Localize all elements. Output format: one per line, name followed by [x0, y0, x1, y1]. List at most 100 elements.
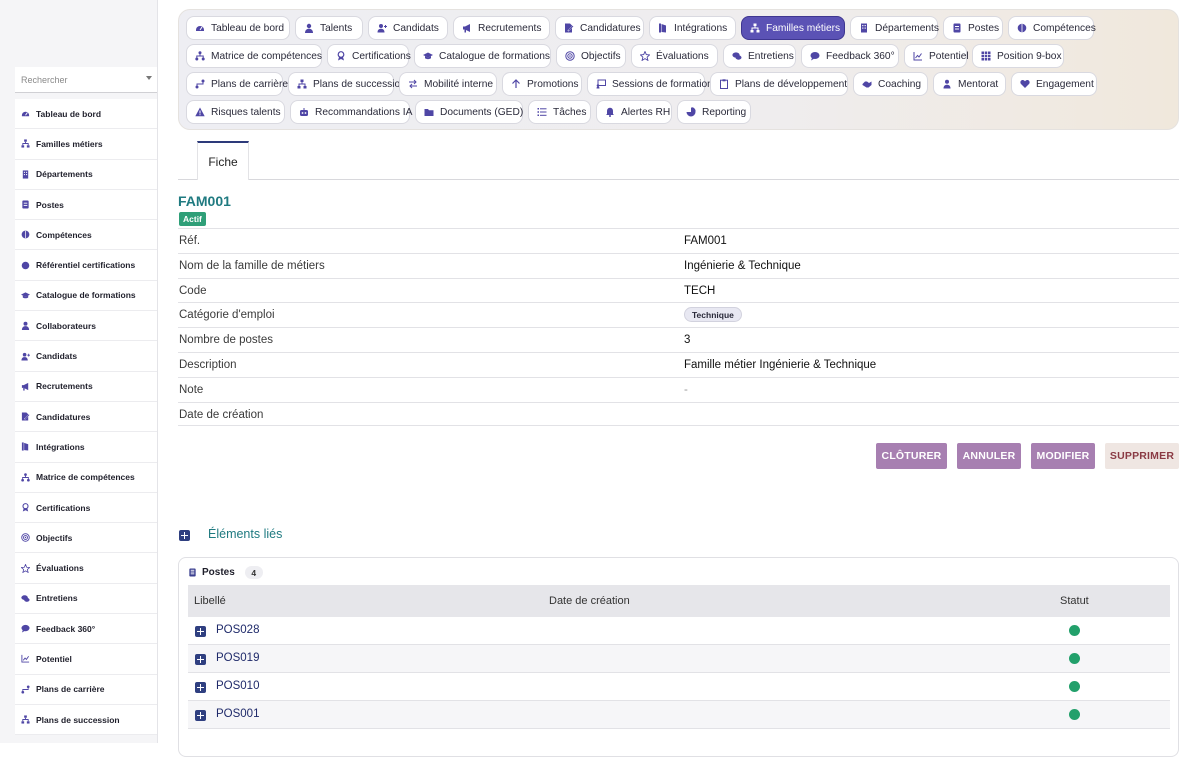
sidebar-item[interactable]: Plans de succession	[15, 705, 157, 736]
table-row[interactable]: POS019	[188, 645, 1170, 673]
expand-icon[interactable]	[195, 626, 206, 637]
cloturer-button[interactable]: CLÔTURER	[876, 443, 947, 469]
nav-button-label: Sessions de formation	[612, 78, 713, 90]
chart-line-icon	[913, 51, 923, 61]
sidebar-item[interactable]: Objectifs	[15, 523, 157, 554]
sidebar-item[interactable]: Matrice de compétences	[15, 463, 157, 493]
nav-button[interactable]: Plans de succession	[288, 72, 406, 96]
detail-row: Nom de la famille de métiers Ingénierie &…	[178, 252, 1179, 278]
nav-button-label: Plans de développement	[735, 78, 848, 90]
nav-button[interactable]: Position 9-box	[972, 44, 1064, 68]
sidebar-item[interactable]: Familles métiers	[15, 129, 157, 160]
sidebar-item[interactable]: Recrutements	[15, 372, 157, 402]
sidebar-item[interactable]: Postes	[15, 190, 157, 221]
sidebar-item[interactable]: Candidats	[15, 341, 157, 372]
sidebar-item[interactable]: Certifications	[15, 493, 157, 524]
table-row[interactable]: POS010	[188, 673, 1170, 701]
nav-button[interactable]: Candidatures	[555, 16, 644, 40]
sidebar-item[interactable]: Candidatures	[15, 402, 157, 433]
nav-button[interactable]: Certifications	[327, 44, 411, 68]
nav-button-label: Matrice de compétences	[211, 50, 322, 62]
sidebar-search-select[interactable]: Rechercher	[15, 67, 157, 93]
nav-button[interactable]: Catalogue de formations	[414, 44, 551, 68]
status-dot	[1069, 681, 1080, 692]
sidebar-item[interactable]: Évaluations	[15, 553, 157, 584]
nav-button[interactable]: Documents (GED)	[415, 100, 523, 124]
category-chip: Technique	[684, 307, 742, 323]
sidebar-item[interactable]: Feedback 360°	[15, 614, 157, 645]
sidebar-item[interactable]: Compétences	[15, 220, 157, 251]
supprimer-button[interactable]: SUPPRIMER	[1105, 443, 1179, 469]
sitemap-icon	[21, 472, 30, 482]
expand-icon[interactable]	[195, 654, 206, 665]
annuler-button[interactable]: ANNULER	[957, 443, 1021, 469]
nav-button[interactable]: Recommandations IA	[290, 100, 412, 124]
nav-button-label: Recrutements	[478, 22, 542, 34]
nav-button[interactable]: Promotions	[502, 72, 582, 96]
sidebar-item[interactable]: Potentiel	[15, 644, 157, 675]
nav-button[interactable]: Tâches	[528, 100, 591, 124]
tab-fiche[interactable]: Fiche	[197, 141, 249, 180]
poste-label[interactable]: POS019	[216, 652, 259, 664]
detail-row: Date de création	[178, 401, 1179, 427]
nav-button[interactable]: Risques talents	[186, 100, 285, 124]
sidebar-item[interactable]: Intégrations	[15, 432, 157, 463]
nav-button[interactable]: Intégrations	[649, 16, 736, 40]
nav-button[interactable]: Recrutements	[453, 16, 550, 40]
sidebar-item[interactable]: Catalogue de formations	[15, 281, 157, 312]
route-icon	[21, 685, 30, 694]
route-icon	[195, 79, 205, 89]
hierarchy-icon	[297, 79, 307, 89]
chevron-down-icon[interactable]	[146, 76, 152, 80]
nav-button[interactable]: Familles métiers	[741, 16, 845, 40]
modifier-button[interactable]: MODIFIER	[1031, 443, 1095, 469]
nav-button[interactable]: Mobilité interne	[399, 72, 497, 96]
poste-label[interactable]: POS001	[216, 708, 259, 720]
nav-button[interactable]: Départements	[850, 16, 939, 40]
expand-icon[interactable]	[195, 682, 206, 693]
postes-count-badge: 4	[244, 566, 263, 579]
nav-button[interactable]: Évaluations	[631, 44, 718, 68]
sidebar-item[interactable]: Plans de carrière	[15, 675, 157, 705]
nav-button[interactable]: Engagement	[1011, 72, 1097, 96]
nav-button[interactable]: Plans de carrière	[186, 72, 288, 96]
column-header-statut[interactable]: Statut	[1060, 595, 1089, 607]
nav-button[interactable]: Plans de développement	[710, 72, 848, 96]
robot-icon	[299, 107, 309, 117]
sidebar-item[interactable]: Collaborateurs	[15, 311, 157, 342]
nav-button[interactable]: Talents	[295, 16, 363, 40]
nav-button-label: Départements	[875, 22, 939, 34]
expand-icon[interactable]	[179, 530, 190, 541]
nav-button[interactable]: Objectifs	[556, 44, 626, 68]
sidebar-item[interactable]: Départements	[15, 160, 157, 190]
detail-row: Catégorie d'emploi Technique	[178, 302, 1179, 327]
badge-icon	[21, 200, 30, 209]
nav-button[interactable]: Tableau de bord	[186, 16, 290, 40]
nav-button[interactable]: Candidats	[368, 16, 448, 40]
nav-button-label: Reporting	[702, 106, 747, 118]
sidebar-item[interactable]: Référentiel certifications	[15, 250, 157, 281]
nav-button[interactable]: Potentiel	[904, 44, 969, 68]
nav-button[interactable]: Sessions de formation	[587, 72, 713, 96]
nav-button-label: Candidats	[393, 22, 439, 34]
sidebar-item[interactable]: Tableau de bord	[15, 99, 157, 130]
table-row[interactable]: POS028	[188, 617, 1170, 645]
nav-button[interactable]: Alertes RH	[596, 100, 672, 124]
sidebar-item[interactable]: Entretiens	[15, 584, 157, 615]
status-dot	[1069, 709, 1080, 720]
poste-label[interactable]: POS028	[216, 624, 259, 636]
status-dot	[1069, 625, 1080, 636]
nav-button[interactable]: Matrice de compétences	[186, 44, 322, 68]
nav-button[interactable]: Reporting	[677, 100, 751, 124]
table-row[interactable]: POS001	[188, 701, 1170, 729]
nav-button[interactable]: Feedback 360°	[801, 44, 899, 68]
nav-button[interactable]: Mentorat	[933, 72, 1006, 96]
nav-button[interactable]: Entretiens	[723, 44, 796, 68]
column-header-date[interactable]: Date de création	[549, 595, 630, 607]
nav-button[interactable]: Postes	[943, 16, 1003, 40]
expand-icon[interactable]	[195, 710, 206, 721]
nav-button[interactable]: Compétences	[1008, 16, 1096, 40]
nav-button[interactable]: Coaching	[853, 72, 928, 96]
poste-label[interactable]: POS010	[216, 680, 259, 692]
column-header-libelle[interactable]: Libellé	[194, 595, 226, 607]
